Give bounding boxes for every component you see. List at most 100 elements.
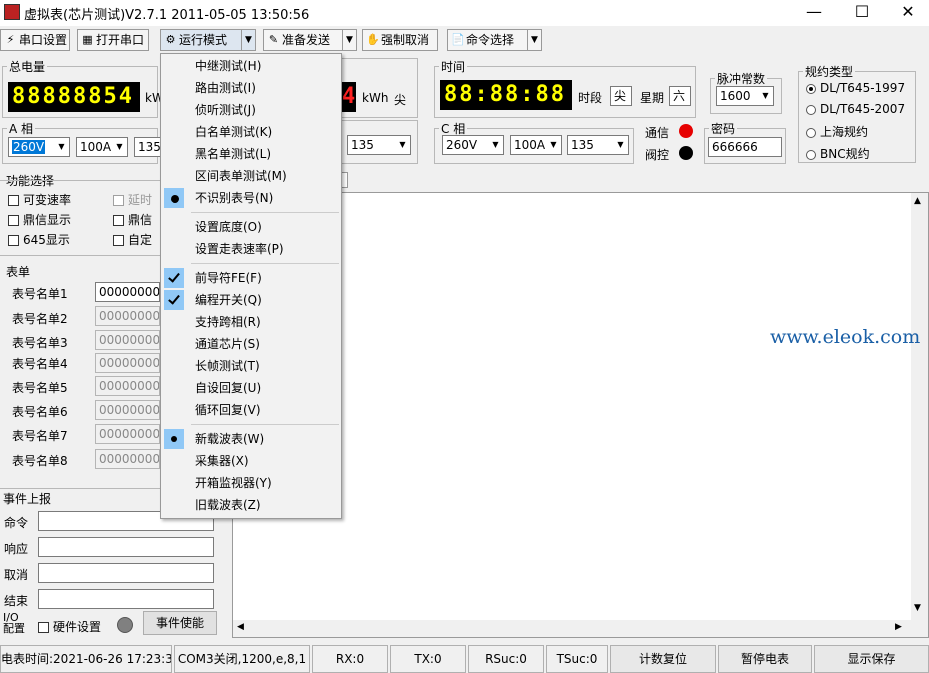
scroll-left-icon[interactable]: ◀: [237, 622, 244, 632]
pause-meter-button[interactable]: 暂停电表: [718, 645, 812, 673]
phase-c-voltage-select[interactable]: 260V ▼: [442, 135, 504, 155]
phase-a-angle-select[interactable]: 135: [134, 137, 161, 157]
scroll-up-icon[interactable]: ▲: [914, 196, 921, 206]
password-input[interactable]: 666666: [708, 137, 782, 157]
func-variable-rate[interactable]: 可变速率: [8, 191, 71, 208]
chevron-down-icon[interactable]: ▼: [342, 30, 356, 50]
meter-table-legend: 表单: [6, 265, 31, 279]
event-response-input[interactable]: [38, 537, 214, 557]
meter-input-3[interactable]: 000000000: [95, 330, 160, 350]
show-save-button[interactable]: 显示保存: [814, 645, 929, 673]
menu-item-listen-test[interactable]: 侦听测试(J): [161, 99, 341, 121]
open-serial-button[interactable]: ▦ 打开串口: [77, 29, 149, 51]
radio-icon: [806, 83, 816, 94]
func-dingxin-display[interactable]: 鼎信显示: [8, 211, 71, 228]
menu-item-new-carrier-meter[interactable]: 新载波表(W): [161, 428, 341, 450]
horizontal-scrollbar[interactable]: ◀ ▶: [233, 620, 911, 637]
event-end-input[interactable]: [38, 589, 214, 609]
protocol-option-3[interactable]: BNC规约: [806, 145, 870, 162]
phase-c-angle-select[interactable]: 135 ▼: [567, 135, 629, 155]
protocol-option-1[interactable]: DL/T645-2007: [806, 102, 905, 116]
menu-item-cross-phase[interactable]: 支持跨相(R): [161, 311, 341, 333]
status-rx: RX:0: [312, 645, 388, 673]
run-mode-button[interactable]: ⚙ 运行模式 ▼: [160, 29, 256, 51]
maximize-button[interactable]: ☐: [839, 0, 885, 26]
energy-display: 88888854: [8, 82, 140, 112]
radio-icon: [806, 127, 816, 138]
document-icon: 📄: [451, 33, 465, 46]
event-end-label: 结束: [4, 594, 29, 608]
phase-b-angle-select[interactable]: 135 ▼: [347, 135, 411, 155]
menu-item-collector[interactable]: 采集器(X): [161, 450, 341, 472]
protocol-option-0[interactable]: DL/T645-1997: [806, 81, 905, 95]
func-645-display[interactable]: 645显示: [8, 231, 70, 248]
menu-separator: [191, 424, 339, 425]
protocol-option-2[interactable]: 上海规约: [806, 123, 868, 140]
menu-item-relay-test[interactable]: 中继测试(H): [161, 55, 341, 77]
event-cancel-label: 取消: [4, 568, 29, 582]
command-select-button[interactable]: 📄 命令选择 ▼: [447, 29, 542, 51]
scroll-right-icon[interactable]: ▶: [895, 622, 902, 632]
meter-label-2: 表号名单2: [12, 312, 68, 326]
serial-settings-button[interactable]: ⚡ 串口设置: [0, 29, 70, 51]
menu-item-set-rate[interactable]: 设置走表速率(P): [161, 238, 341, 260]
run-mode-menu: 中继测试(H) 路由测试(I) 侦听测试(J) 白名单测试(K) 黑名单测试(L…: [160, 53, 342, 519]
menu-item-unrecognized-meter[interactable]: 不识别表号(N): [161, 187, 341, 209]
menu-item-set-base[interactable]: 设置底度(O): [161, 216, 341, 238]
chevron-down-icon: ▼: [762, 91, 769, 100]
menu-item-custom-reply[interactable]: 自设回复(U): [161, 377, 341, 399]
meter-input-8[interactable]: 000000000: [95, 449, 160, 469]
func-dingxin[interactable]: 鼎信: [113, 211, 152, 228]
event-cancel-input[interactable]: [38, 563, 214, 583]
meter-input-1[interactable]: 000000001: [95, 282, 160, 302]
menu-item-blacklist-test[interactable]: 黑名单测试(L): [161, 143, 341, 165]
menu-item-program-switch[interactable]: 编程开关(Q): [161, 289, 341, 311]
meter-input-5[interactable]: 000000000: [95, 376, 160, 396]
event-enable-button[interactable]: 事件使能: [143, 611, 217, 635]
checkbox-icon: [113, 215, 124, 226]
meter-input-6[interactable]: 000000000: [95, 400, 160, 420]
password-legend: 密码: [711, 122, 736, 136]
prepare-send-button[interactable]: ✎ 准备发送 ▼: [263, 29, 357, 51]
scroll-down-icon[interactable]: ▼: [914, 603, 921, 613]
pulse-legend: 脉冲常数: [717, 72, 766, 86]
hardware-settings-checkbox[interactable]: 硬件设置: [38, 618, 101, 635]
menu-item-loop-reply[interactable]: 循环回复(V): [161, 399, 341, 421]
radio-icon: [806, 149, 816, 160]
checkbox-icon: [113, 235, 124, 246]
checkbox-icon: [38, 622, 49, 633]
vertical-scrollbar[interactable]: ▲ ▼: [911, 193, 928, 637]
func-custom[interactable]: 自定: [113, 231, 152, 248]
status-rsuc: RSuc:0: [468, 645, 544, 673]
phase-a-voltage-select[interactable]: 260V ▼: [8, 137, 70, 157]
chevron-down-icon: ▼: [550, 140, 557, 149]
comm-indicator: [679, 124, 693, 138]
cancel-icon: ✋: [366, 33, 380, 46]
reset-count-button[interactable]: 计数复位: [610, 645, 716, 673]
energy2-period: 尖: [394, 93, 407, 107]
menu-item-channel-chip[interactable]: 通道芯片(S): [161, 333, 341, 355]
menu-item-long-frame[interactable]: 长帧测试(T): [161, 355, 341, 377]
menu-item-route-test[interactable]: 路由测试(I): [161, 77, 341, 99]
phase-a-current-select[interactable]: 100A ▼: [76, 137, 128, 157]
meter-label-3: 表号名单3: [12, 336, 68, 350]
menu-item-old-carrier-meter[interactable]: 旧载波表(Z): [161, 494, 341, 516]
log-tab[interactable]: [342, 172, 348, 188]
menu-item-box-monitor[interactable]: 开箱监视器(Y): [161, 472, 341, 494]
meter-input-7[interactable]: 000000000: [95, 424, 160, 444]
chevron-down-icon[interactable]: ▼: [241, 30, 255, 50]
chevron-down-icon[interactable]: ▼: [527, 30, 541, 50]
meter-input-4[interactable]: 000000000: [95, 353, 160, 373]
func-delay[interactable]: 延时: [113, 191, 152, 208]
menu-item-whitelist-test[interactable]: 白名单测试(K): [161, 121, 341, 143]
menu-item-preamble-fe[interactable]: 前导符FE(F): [161, 267, 341, 289]
phase-c-current-select[interactable]: 100A ▼: [510, 135, 562, 155]
checkbox-icon: [8, 215, 19, 226]
close-button[interactable]: ✕: [885, 0, 929, 26]
minimize-button[interactable]: —: [791, 0, 837, 26]
menu-item-range-test[interactable]: 区间表单测试(M): [161, 165, 341, 187]
force-cancel-button[interactable]: ✋ 强制取消: [362, 29, 438, 51]
chevron-down-icon: ▼: [116, 142, 123, 151]
pulse-select[interactable]: 1600 ▼: [716, 86, 774, 106]
meter-input-2[interactable]: 000000000: [95, 306, 160, 326]
